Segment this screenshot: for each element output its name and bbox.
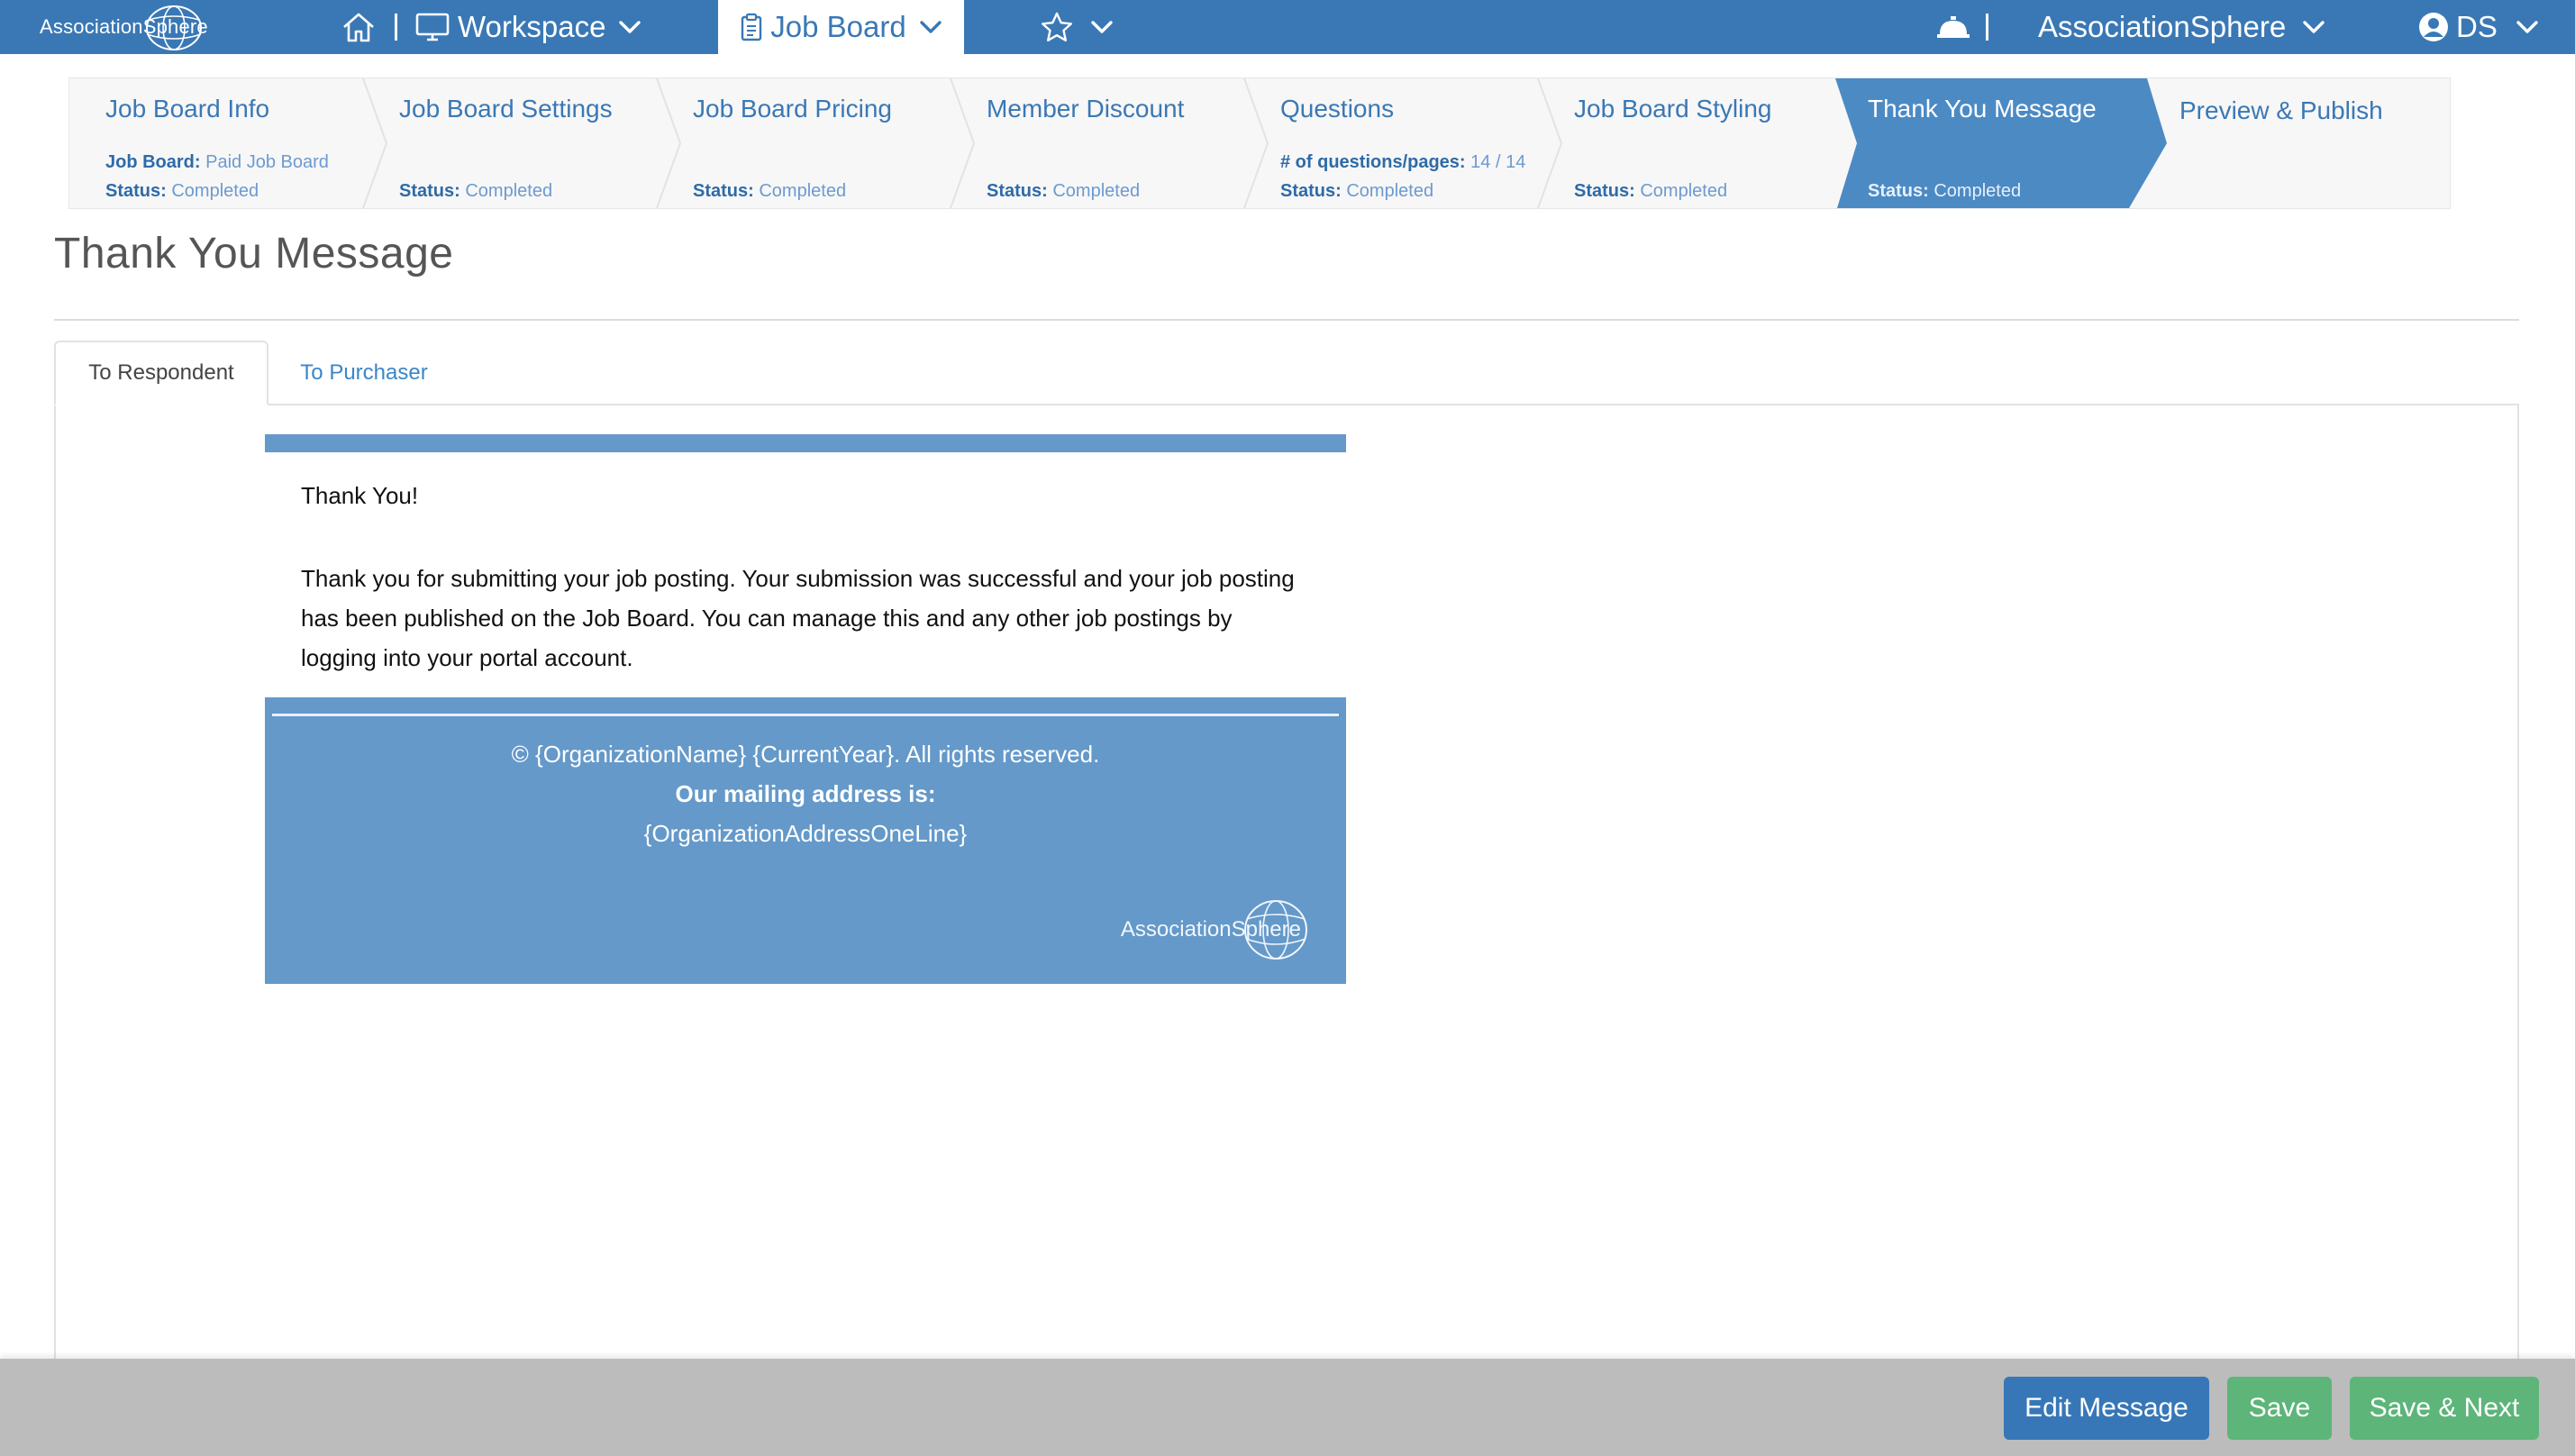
chevron-down-icon: [1091, 21, 1113, 33]
nav-divider: [382, 0, 410, 54]
chevron-down-icon: [2303, 21, 2325, 33]
step-status: Status: Completed: [1280, 181, 1434, 201]
footer-address: {OrganizationAddressOneLine}: [643, 820, 968, 847]
step-detail: Job Board: Paid Job Board: [105, 152, 329, 172]
organization-menu[interactable]: AssociationSphere: [2038, 0, 2325, 54]
step-job-board-settings[interactable]: Job Board Settings Status: Completed: [363, 78, 657, 208]
step-questions[interactable]: Questions # of questions/pages: 14 / 14 …: [1244, 78, 1538, 208]
step-preview-publish[interactable]: Preview & Publish: [2160, 78, 2448, 208]
user-avatar-icon: [2419, 13, 2448, 41]
email-greeting: Thank You!: [301, 482, 419, 509]
step-job-board-info[interactable]: Job Board Info Job Board: Paid Job Board…: [69, 78, 363, 208]
step-status: Status: Completed: [105, 181, 259, 201]
top-navigation: AssociationSphere Workspace Job Board As…: [0, 0, 2575, 54]
chevron-down-icon: [2516, 21, 2538, 33]
email-header-bar: [265, 434, 1346, 452]
user-initials: DS: [2456, 10, 2498, 43]
footer-logo: AssociationSphere: [1121, 897, 1310, 962]
step-title: Job Board Info: [105, 95, 270, 123]
step-job-board-styling[interactable]: Job Board Styling Status: Completed: [1538, 78, 1832, 208]
service-bell-button[interactable]: [1935, 0, 1971, 54]
clipboard-icon: [742, 13, 762, 41]
star-icon: [1042, 12, 1072, 41]
chevron-down-icon: [619, 21, 641, 33]
step-detail: # of questions/pages: 14 / 14: [1280, 152, 1526, 172]
save-button[interactable]: Save: [2227, 1377, 2332, 1440]
step-title: Preview & Publish: [2179, 96, 2383, 124]
step-title: Questions: [1280, 95, 1395, 123]
email-body: Thank You! Thank you for submitting your…: [265, 479, 1346, 678]
tab-to-purchaser[interactable]: To Purchaser: [268, 341, 459, 405]
user-menu[interactable]: DS: [2418, 0, 2539, 54]
organization-label: AssociationSphere: [2038, 10, 2287, 43]
step-status: Status: Completed: [399, 181, 553, 201]
edit-message-button[interactable]: Edit Message: [2004, 1377, 2209, 1440]
globe-icon: [146, 5, 202, 50]
step-status: Status: Completed: [1868, 181, 2022, 201]
step-job-board-pricing[interactable]: Job Board Pricing Status: Completed: [657, 78, 951, 208]
footer-copyright: © {OrganizationName} {CurrentYear}. All …: [511, 741, 1100, 768]
step-status: Status: Completed: [987, 181, 1141, 201]
step-thank-you-message[interactable]: Thank You Message Status: Completed: [1832, 78, 2147, 208]
footer-mailing-label: Our mailing address is:: [675, 780, 936, 807]
home-button[interactable]: [341, 0, 377, 54]
step-title: Job Board Styling: [1574, 95, 1772, 123]
email-footer: © {OrganizationName} {CurrentYear}. All …: [265, 697, 1346, 984]
workspace-menu[interactable]: Workspace: [414, 0, 641, 54]
globe-icon: [1244, 900, 1307, 960]
monitor-icon: [415, 13, 450, 41]
footer-rule: [272, 714, 1339, 716]
nav-divider: [1973, 0, 2001, 54]
step-title: Thank You Message: [1868, 95, 2097, 123]
home-icon: [343, 13, 374, 42]
email-paragraph: Thank you for submitting your job postin…: [301, 565, 1295, 671]
jobboard-label: Job Board: [770, 10, 906, 43]
step-title: Job Board Pricing: [693, 95, 893, 123]
step-title: Job Board Settings: [399, 95, 613, 123]
email-preview: Thank You! Thank you for submitting your…: [265, 434, 1346, 984]
wizard-steps: Job Board Info Job Board: Paid Job Board…: [68, 77, 2451, 209]
action-bar: Edit Message Save Save & Next: [0, 1359, 2575, 1456]
page-title: Thank You Message: [54, 230, 454, 278]
divider: [54, 319, 2519, 321]
step-status: Status: Completed: [1574, 181, 1728, 201]
jobboard-menu[interactable]: Job Board: [718, 0, 964, 54]
bell-icon: [1937, 16, 1970, 38]
workspace-label: Workspace: [458, 10, 606, 43]
step-title: Member Discount: [987, 95, 1185, 123]
step-member-discount[interactable]: Member Discount Status: Completed: [951, 78, 1244, 208]
save-and-next-button[interactable]: Save & Next: [2350, 1377, 2539, 1440]
step-status: Status: Completed: [693, 181, 847, 201]
favorites-menu[interactable]: [1040, 0, 1114, 54]
tab-to-respondent[interactable]: To Respondent: [54, 341, 268, 405]
chevron-down-icon: [920, 21, 942, 33]
